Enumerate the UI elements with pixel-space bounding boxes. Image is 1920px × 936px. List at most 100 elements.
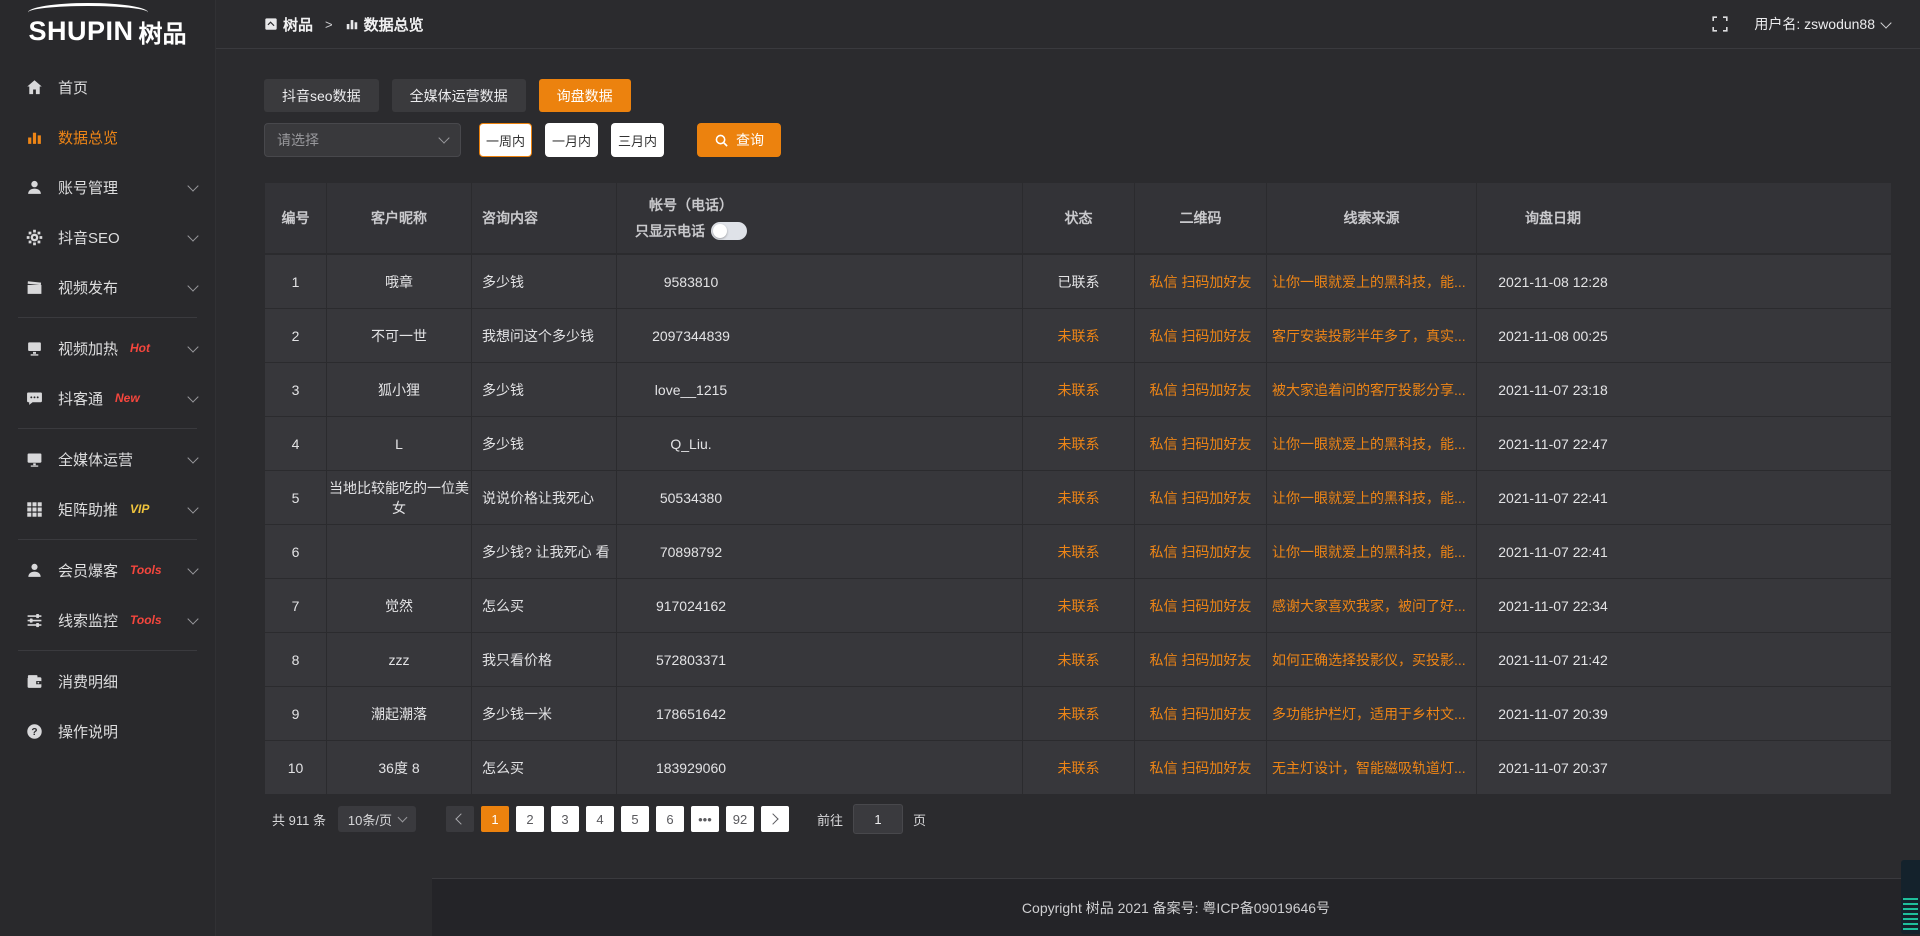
scan-add-friend-link[interactable]: 扫码加好友 [1181,544,1251,560]
dm-link[interactable]: 私信 [1150,274,1178,290]
dm-link[interactable]: 私信 [1150,382,1178,398]
source-link[interactable]: 让你一眼就爱上的黑科技，能... [1268,488,1475,508]
scan-add-friend-link[interactable]: 扫码加好友 [1181,598,1251,614]
dm-link[interactable]: 私信 [1150,706,1178,722]
sidebar-item-account-mgmt[interactable]: 账号管理 [0,162,215,212]
source-link[interactable]: 让你一眼就爱上的黑科技，能... [1268,434,1475,454]
sidebar-item-member-burst[interactable]: 会员爆客 Tools [0,545,215,595]
scan-add-friend-link[interactable]: 扫码加好友 [1181,652,1251,668]
home-icon [26,79,43,96]
cell-qr: 私信 扫码加好友 [1135,579,1267,633]
range-quarter-button[interactable]: 三月内 [611,123,664,157]
page-ellipsis-button[interactable]: ••• [691,806,719,832]
sidebar-item-video-heat[interactable]: 视频加热 Hot [0,323,215,373]
page-button-3[interactable]: 3 [551,806,579,832]
sidebar-item-home[interactable]: 首页 [0,62,215,112]
sidebar-item-matrix-boost[interactable]: 矩阵助推 VIP [0,484,215,534]
goto-page-input[interactable] [853,804,903,834]
grid-icon [26,501,43,518]
breadcrumb-root[interactable]: 树品 [283,14,313,35]
sidebar-item-lead-monitor[interactable]: 线索监控 Tools [0,595,215,645]
dm-link[interactable]: 私信 [1150,490,1178,506]
sidebar-item-douyin-seo[interactable]: 抖音SEO [0,212,215,262]
source-link[interactable]: 被大家追着问的客厅投影分享... [1268,380,1475,400]
chevron-down-icon [1880,17,1891,28]
cell-source: 感谢大家喜欢我家，被问了好... [1267,579,1477,633]
source-link[interactable]: 如何正确选择投影仪，买投影... [1268,650,1475,670]
source-link[interactable]: 让你一眼就爱上的黑科技，能... [1268,272,1475,292]
page-button-6[interactable]: 6 [656,806,684,832]
scan-add-friend-link[interactable]: 扫码加好友 [1181,382,1251,398]
table-row: 9 潮起潮落 多少钱一米 178651642 未联系 私信 扫码加好友 多功能护… [265,687,1892,741]
cell-id: 9 [265,687,327,741]
cell-qr: 私信 扫码加好友 [1135,687,1267,741]
page-button-4[interactable]: 4 [586,806,614,832]
sidebar-item-label: 数据总览 [58,127,118,148]
page-button-1[interactable]: 1 [481,806,509,832]
sidebar-divider [18,539,197,540]
cell-account: 50534380 [617,471,1023,525]
table-row: 2 不可一世 我想问这个多少钱 2097344839 未联系 私信 扫码加好友 … [265,309,1892,363]
scan-add-friend-link[interactable]: 扫码加好友 [1181,760,1251,776]
status-badge: 未联系 [1023,363,1135,417]
scan-add-friend-link[interactable]: 扫码加好友 [1181,490,1251,506]
scan-add-friend-link[interactable]: 扫码加好友 [1181,436,1251,452]
sidebar-item-douketong[interactable]: 抖客通 New [0,373,215,423]
prev-page-button[interactable] [446,806,474,832]
cell-inquiry: 多少钱 [472,254,617,309]
page-button-92[interactable]: 92 [726,806,754,832]
user-menu[interactable]: 用户名: zswodun88 [1754,14,1890,34]
scan-add-friend-link[interactable]: 扫码加好友 [1181,274,1251,290]
col-qr: 二维码 [1135,183,1267,255]
fullscreen-icon[interactable] [1712,16,1728,32]
account-select[interactable]: 请选择 [264,123,461,157]
cell-source: 客厅安装投影半年多了，真实... [1267,309,1477,363]
cell-account: 70898792 [617,525,1023,579]
copyright-text: Copyright 树品 2021 备案号: 粤ICP备09019646号 [1022,898,1330,918]
scan-add-friend-link[interactable]: 扫码加好友 [1181,706,1251,722]
logo-cjk-text: 树品 [139,14,187,49]
page-button-2[interactable]: 2 [516,806,544,832]
source-link[interactable]: 多功能护栏灯，适用于乡村文... [1268,704,1475,724]
app-square-icon [264,17,278,31]
scan-add-friend-link[interactable]: 扫码加好友 [1181,328,1251,344]
range-week-button[interactable]: 一周内 [479,123,532,157]
cell-inquiry: 我想问这个多少钱 [472,309,617,363]
query-button[interactable]: 查询 [697,123,781,157]
dm-link[interactable]: 私信 [1150,436,1178,452]
dm-link[interactable]: 私信 [1150,544,1178,560]
cell-inquiry: 多少钱一米 [472,687,617,741]
sidebar-item-spend-detail[interactable]: 消费明细 [0,656,215,706]
tab-inquiry-data[interactable]: 询盘数据 [539,79,631,112]
sidebar-item-label: 抖客通 [58,388,103,409]
dm-link[interactable]: 私信 [1150,598,1178,614]
status-badge: 未联系 [1023,741,1135,795]
source-link[interactable]: 客厅安装投影半年多了，真实... [1268,326,1475,346]
cell-inquiry: 怎么买 [472,579,617,633]
page-size-select[interactable]: 10条/页 [338,806,416,832]
dm-link[interactable]: 私信 [1150,328,1178,344]
dm-link[interactable]: 私信 [1150,760,1178,776]
sidebar-item-omni-media[interactable]: 全媒体运营 [0,434,215,484]
tab-omni-media-data[interactable]: 全媒体运营数据 [392,79,526,112]
sidebar-divider [18,650,197,651]
sidebar-item-data-overview[interactable]: 数据总览 [0,112,215,162]
page-button-5[interactable]: 5 [621,806,649,832]
dm-link[interactable]: 私信 [1150,652,1178,668]
phone-only-toggle[interactable] [711,222,747,240]
range-month-button[interactable]: 一月内 [545,123,598,157]
tab-douyin-seo-data[interactable]: 抖音seo数据 [264,79,379,112]
source-link[interactable]: 让你一眼就爱上的黑科技，能... [1268,542,1475,562]
corner-widget[interactable] [1901,860,1920,934]
video-icon [26,279,43,296]
sidebar-item-video-publish[interactable]: 视频发布 [0,262,215,312]
next-page-button[interactable] [761,806,789,832]
sidebar-item-instructions[interactable]: ? 操作说明 [0,706,215,756]
filter-bar: 请选择 一周内 一月内 三月内 查询 [264,123,1892,157]
cell-source: 无主灯设计，智能磁吸轨道灯... [1267,741,1477,795]
chevron-down-icon [438,132,449,143]
source-link[interactable]: 感谢大家喜欢我家，被问了好... [1268,596,1475,616]
source-link[interactable]: 无主灯设计，智能磁吸轨道灯... [1268,758,1475,778]
corner-widget-stripes [1903,898,1918,930]
table-row: 6 多少钱? 让我死心 看 70898792 未联系 私信 扫码加好友 让你一眼… [265,525,1892,579]
